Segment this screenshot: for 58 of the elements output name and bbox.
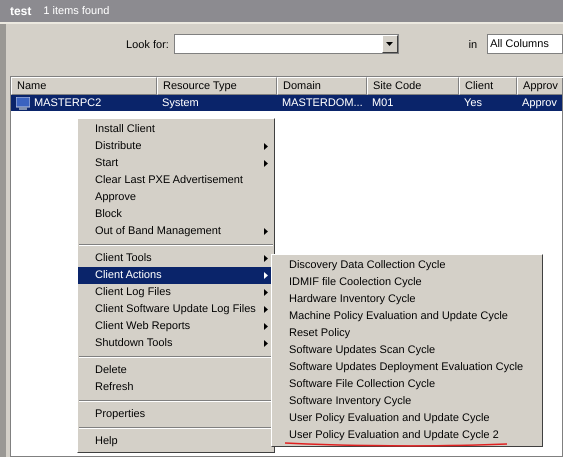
column-header[interactable]: Resource Type [157,77,277,95]
submenu-arrow-icon [264,228,268,235]
dropdown-arrow-icon [386,42,394,46]
menu-item[interactable]: Properties [78,406,274,423]
menu-item[interactable]: User Policy Evaluation and Update Cycle [272,410,542,427]
table-cell-text: System [162,96,199,111]
submenu-arrow-icon [264,289,268,296]
submenu-arrow-icon [264,306,268,313]
scope-combobox[interactable]: All Columns [487,34,563,54]
window-title: test [10,3,32,20]
submenu-arrow-icon [264,255,268,262]
look-for-label: Look for: [125,38,169,53]
menu-item[interactable]: Client Software Update Log Files [78,301,274,318]
table-row[interactable]: MASTERPC2 System MASTERDOM... M01 Yes Approv [11,95,562,111]
menu-item[interactable]: Hardware Inventory Cycle [272,291,542,308]
menu-item[interactable]: Refresh [78,379,274,396]
submenu-arrow-icon [264,340,268,347]
item-count: 1 items found [43,4,110,19]
menu-item[interactable]: Client Web Reports [78,318,274,335]
menu-item[interactable]: Block [78,206,274,223]
computer-icon [16,96,30,110]
look-for-combobox[interactable] [174,34,399,54]
menu-item[interactable]: Reset Policy [272,325,542,342]
menu-item[interactable]: Client Log Files [78,284,274,301]
menu-item[interactable]: Start [78,155,274,172]
submenu-arrow-icon [264,143,268,150]
menu-item[interactable]: Client Tools [78,250,274,267]
menu-item[interactable]: Install Client [78,121,274,138]
menu-item[interactable]: Software Updates Scan Cycle [272,342,542,359]
table-cell-text: M01 [372,96,394,111]
table-cell-text: MASTERDOM... [282,96,363,111]
menu-item[interactable]: Help [78,433,274,450]
submenu-arrow-icon [264,323,268,330]
menu-item[interactable]: Client Actions [78,267,274,284]
menu-item[interactable]: IDMIF file Coolection Cycle [272,274,542,291]
table-cell-text: Approv [522,96,557,111]
in-label: in [468,38,478,53]
menu-item[interactable]: Delete [78,362,274,379]
column-header[interactable]: Domain [277,77,367,95]
table-cell-text: Yes [464,96,482,111]
menu-item[interactable]: Discovery Data Collection Cycle [272,257,542,274]
menu-item[interactable]: Shutdown Tools [78,335,274,352]
menu-item[interactable]: Software Updates Deployment Evaluation Cycle [272,359,542,376]
submenu-arrow-icon [264,160,268,167]
menu-item[interactable]: Machine Policy Evaluation and Update Cycle [272,308,542,325]
menu-item[interactable]: Software Inventory Cycle [272,393,542,410]
column-header[interactable]: Name [11,77,157,95]
menu-item[interactable]: Software File Collection Cycle [272,376,542,393]
menu-item[interactable]: Distribute [78,138,274,155]
table-cell-text: MASTERPC2 [34,96,102,111]
column-header[interactable]: Client [459,77,517,95]
column-header[interactable]: Site Code [367,77,459,95]
menu-item[interactable]: Approve [78,189,274,206]
menu-item[interactable]: User Policy Evaluation and Update Cycle 2 [272,427,542,444]
dropdown-button[interactable] [382,35,398,53]
menu-item[interactable]: Clear Last PXE Advertisement [78,172,274,189]
menu-item[interactable]: Out of Band Management [78,223,274,240]
submenu-arrow-icon [264,272,268,279]
